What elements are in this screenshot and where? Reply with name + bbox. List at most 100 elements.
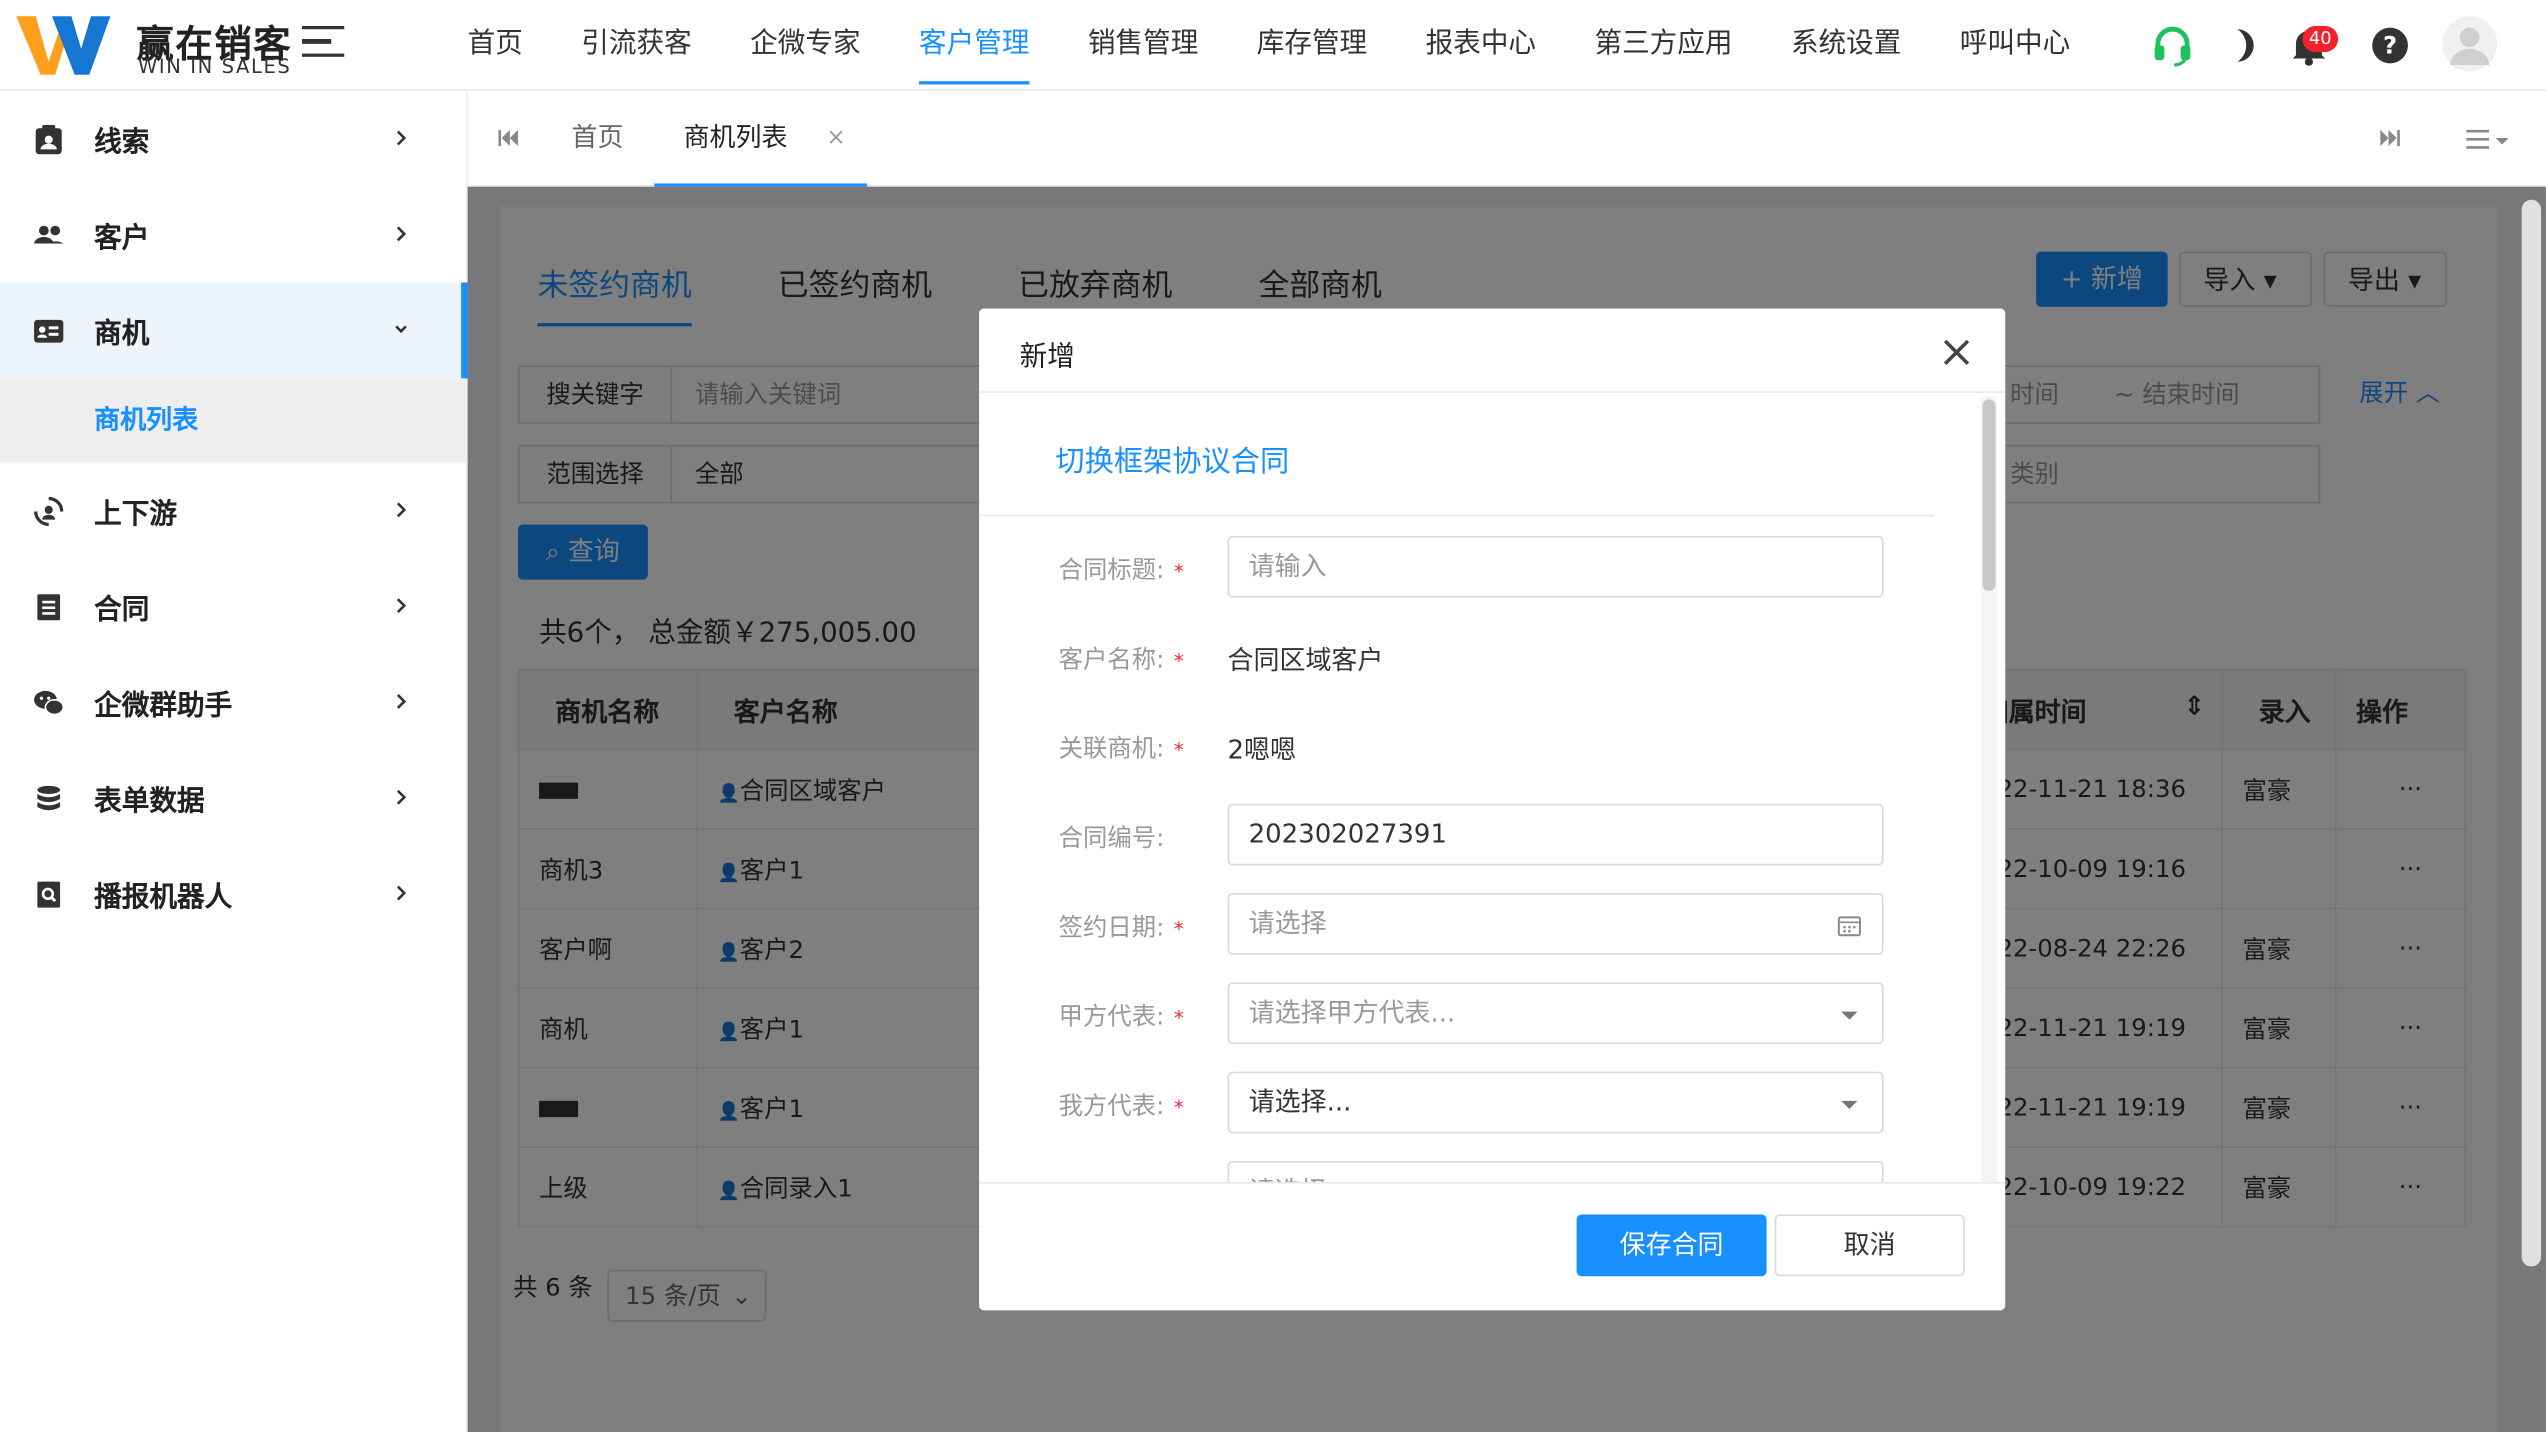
form-input-text: 请输入: [1248, 550, 1327, 582]
form-label-text: 关联商机:: [1058, 733, 1165, 764]
logo-mark: [16, 16, 111, 75]
sidebar-item-label: 上下游: [94, 498, 177, 531]
logo-en: WIN IN SALES: [138, 55, 292, 78]
sidebar-item-label: 企微群助手: [94, 690, 233, 723]
form-label: 合同标题: *: [1059, 552, 1184, 586]
sidebar-item-label: 线索: [94, 126, 150, 160]
nav-home[interactable]: 首页: [468, 0, 523, 91]
form-value: 2嗯嗯: [1227, 733, 1297, 765]
tab-opportunity-list[interactable]: 商机列表 ×: [654, 91, 868, 187]
form-select[interactable]: 请选择: [1227, 1160, 1884, 1183]
sidebar-item-broadcast-bot[interactable]: 播报机器人: [0, 846, 466, 942]
nav-sales-management[interactable]: 销售管理: [1088, 0, 1198, 91]
headset-icon[interactable]: [2150, 23, 2195, 68]
sidebar-item-label: 合同: [94, 594, 150, 627]
tabs-menu-icon[interactable]: [2465, 127, 2514, 153]
form-label: 关联商机: *: [1059, 731, 1184, 765]
chevron-right-icon: [396, 789, 407, 805]
form-label: 签约日期: *: [1059, 909, 1184, 943]
sidebar-item-supply-chain[interactable]: 上下游: [0, 463, 466, 559]
calendar-icon[interactable]: [1836, 913, 1862, 939]
sidebar-item-form-data[interactable]: 表单数据: [0, 750, 466, 846]
save-contract-button[interactable]: 保存合同: [1576, 1214, 1767, 1277]
nav-inventory-management[interactable]: 库存管理: [1257, 0, 1367, 91]
users-icon: [34, 224, 64, 243]
switch-framework-contract-link[interactable]: 切换框架协议合同: [1055, 438, 1289, 480]
form-row: 合同编号: 202302027391: [979, 803, 1953, 866]
tab-close-icon[interactable]: ×: [826, 91, 845, 185]
moon-icon[interactable]: [2221, 23, 2266, 68]
required-mark: *: [1174, 1095, 1184, 1119]
nav-system-settings[interactable]: 系统设置: [1791, 0, 1901, 91]
chevron-right-icon: [396, 502, 407, 518]
sidebar-item-label: 表单数据: [94, 785, 205, 819]
sidebar-item-opportunities[interactable]: 商机: [0, 282, 468, 379]
nav-call-center[interactable]: 呼叫中心: [1960, 0, 2070, 91]
form-select[interactable]: 请选择甲方代表...: [1227, 982, 1884, 1045]
form-row: 客户名称: * 合同区域客户: [979, 625, 1953, 687]
wechat-icon: [34, 690, 65, 715]
nav-third-party[interactable]: 第三方应用: [1594, 0, 1732, 91]
nav-customer-management[interactable]: 客户管理: [919, 0, 1030, 91]
sidebar-subitem-opportunity-list[interactable]: 商机列表: [0, 378, 467, 463]
dropdown-arrow-icon: [1836, 1002, 1862, 1028]
modal-title: 新增: [1019, 340, 1075, 374]
sidebar-item-contracts[interactable]: 合同: [0, 559, 466, 655]
form-input-text: 请选择: [1248, 907, 1327, 939]
chevron-right-icon: [396, 694, 407, 709]
menu-toggle-icon[interactable]: [302, 25, 345, 62]
modal-scrollbar[interactable]: [1980, 396, 1998, 1183]
required-mark: *: [1174, 649, 1184, 673]
form-row: 关联商机: * 2嗯嗯: [979, 714, 1953, 776]
clipboard-icon: [35, 124, 62, 154]
form-label-text: 合同标题:: [1058, 555, 1165, 585]
first-tab-icon[interactable]: [497, 127, 520, 150]
modal-header: 新增: [979, 309, 2006, 393]
last-tab-icon[interactable]: [2379, 127, 2402, 150]
help-icon[interactable]: ?: [2367, 23, 2412, 68]
required-mark: *: [1174, 917, 1184, 941]
form-input-text: 202302027391: [1248, 818, 1447, 850]
top-bar: 赢在销客 WIN IN SALES 首页 引流获客 企微专家 客户管理 销售管理…: [0, 0, 2546, 91]
modal-body: 切换框架协议合同 合同标题: * 请输入 客户名称: * 合同区域客户 关联商机: * 2嗯嗯合…: [979, 393, 2005, 1183]
nav-leads-acquisition[interactable]: 引流获客: [581, 0, 691, 91]
required-mark: *: [1174, 738, 1184, 762]
form-select[interactable]: 请选择...: [1227, 1071, 1884, 1134]
sidebar-item-wecom-group[interactable]: 企微群助手: [0, 654, 466, 750]
avatar[interactable]: [2442, 16, 2498, 72]
logo[interactable]: 赢在销客 WIN IN SALES: [16, 10, 291, 81]
sidebar-item-leads[interactable]: 线索: [0, 91, 466, 187]
search-doc-icon: [37, 880, 61, 907]
flow-icon: [34, 496, 64, 526]
form-input[interactable]: 202302027391: [1227, 803, 1884, 866]
sidebar-item-customers[interactable]: 客户: [0, 187, 466, 283]
modal-footer: 保存合同 取消: [979, 1182, 2006, 1310]
sidebar-item-label: 商机: [94, 318, 150, 351]
dropdown-arrow-icon: [1836, 1091, 1862, 1117]
nav-report-center[interactable]: 报表中心: [1426, 0, 1536, 91]
database-icon: [37, 785, 61, 810]
form-label: 甲方代表: *: [1059, 999, 1184, 1033]
tab-label: 商机列表: [683, 121, 788, 153]
chevron-right-icon: [396, 130, 407, 146]
page-scrollbar[interactable]: [2521, 199, 2542, 1267]
form-label: 合同编号:: [1059, 820, 1165, 854]
top-nav: 首页 引流获客 企微专家 客户管理 销售管理 库存管理 报表中心 第三方应用 系…: [438, 0, 2099, 91]
sidebar-item-label: 播报机器人: [94, 881, 233, 915]
date-picker[interactable]: 请选择: [1227, 893, 1884, 955]
form-input[interactable]: 请输入: [1227, 535, 1884, 598]
chevron-down-icon: [395, 325, 407, 334]
document-icon: [37, 593, 61, 620]
cancel-button[interactable]: 取消: [1774, 1214, 1965, 1277]
nav-wecom-expert[interactable]: 企微专家: [750, 0, 860, 91]
modal-scroll-thumb[interactable]: [1982, 399, 1996, 592]
form-label: 我方代表: *: [1059, 1088, 1184, 1122]
notification-badge: 40: [2302, 25, 2339, 52]
form-label-text: 客户名称:: [1058, 644, 1165, 674]
chevron-right-icon: [396, 598, 407, 614]
form-value: 合同区域客户: [1227, 644, 1384, 676]
svg-text:?: ?: [2383, 31, 2397, 60]
tab-home[interactable]: 首页: [572, 91, 624, 187]
close-icon[interactable]: [1940, 336, 1972, 368]
chevron-right-icon: [396, 226, 407, 242]
